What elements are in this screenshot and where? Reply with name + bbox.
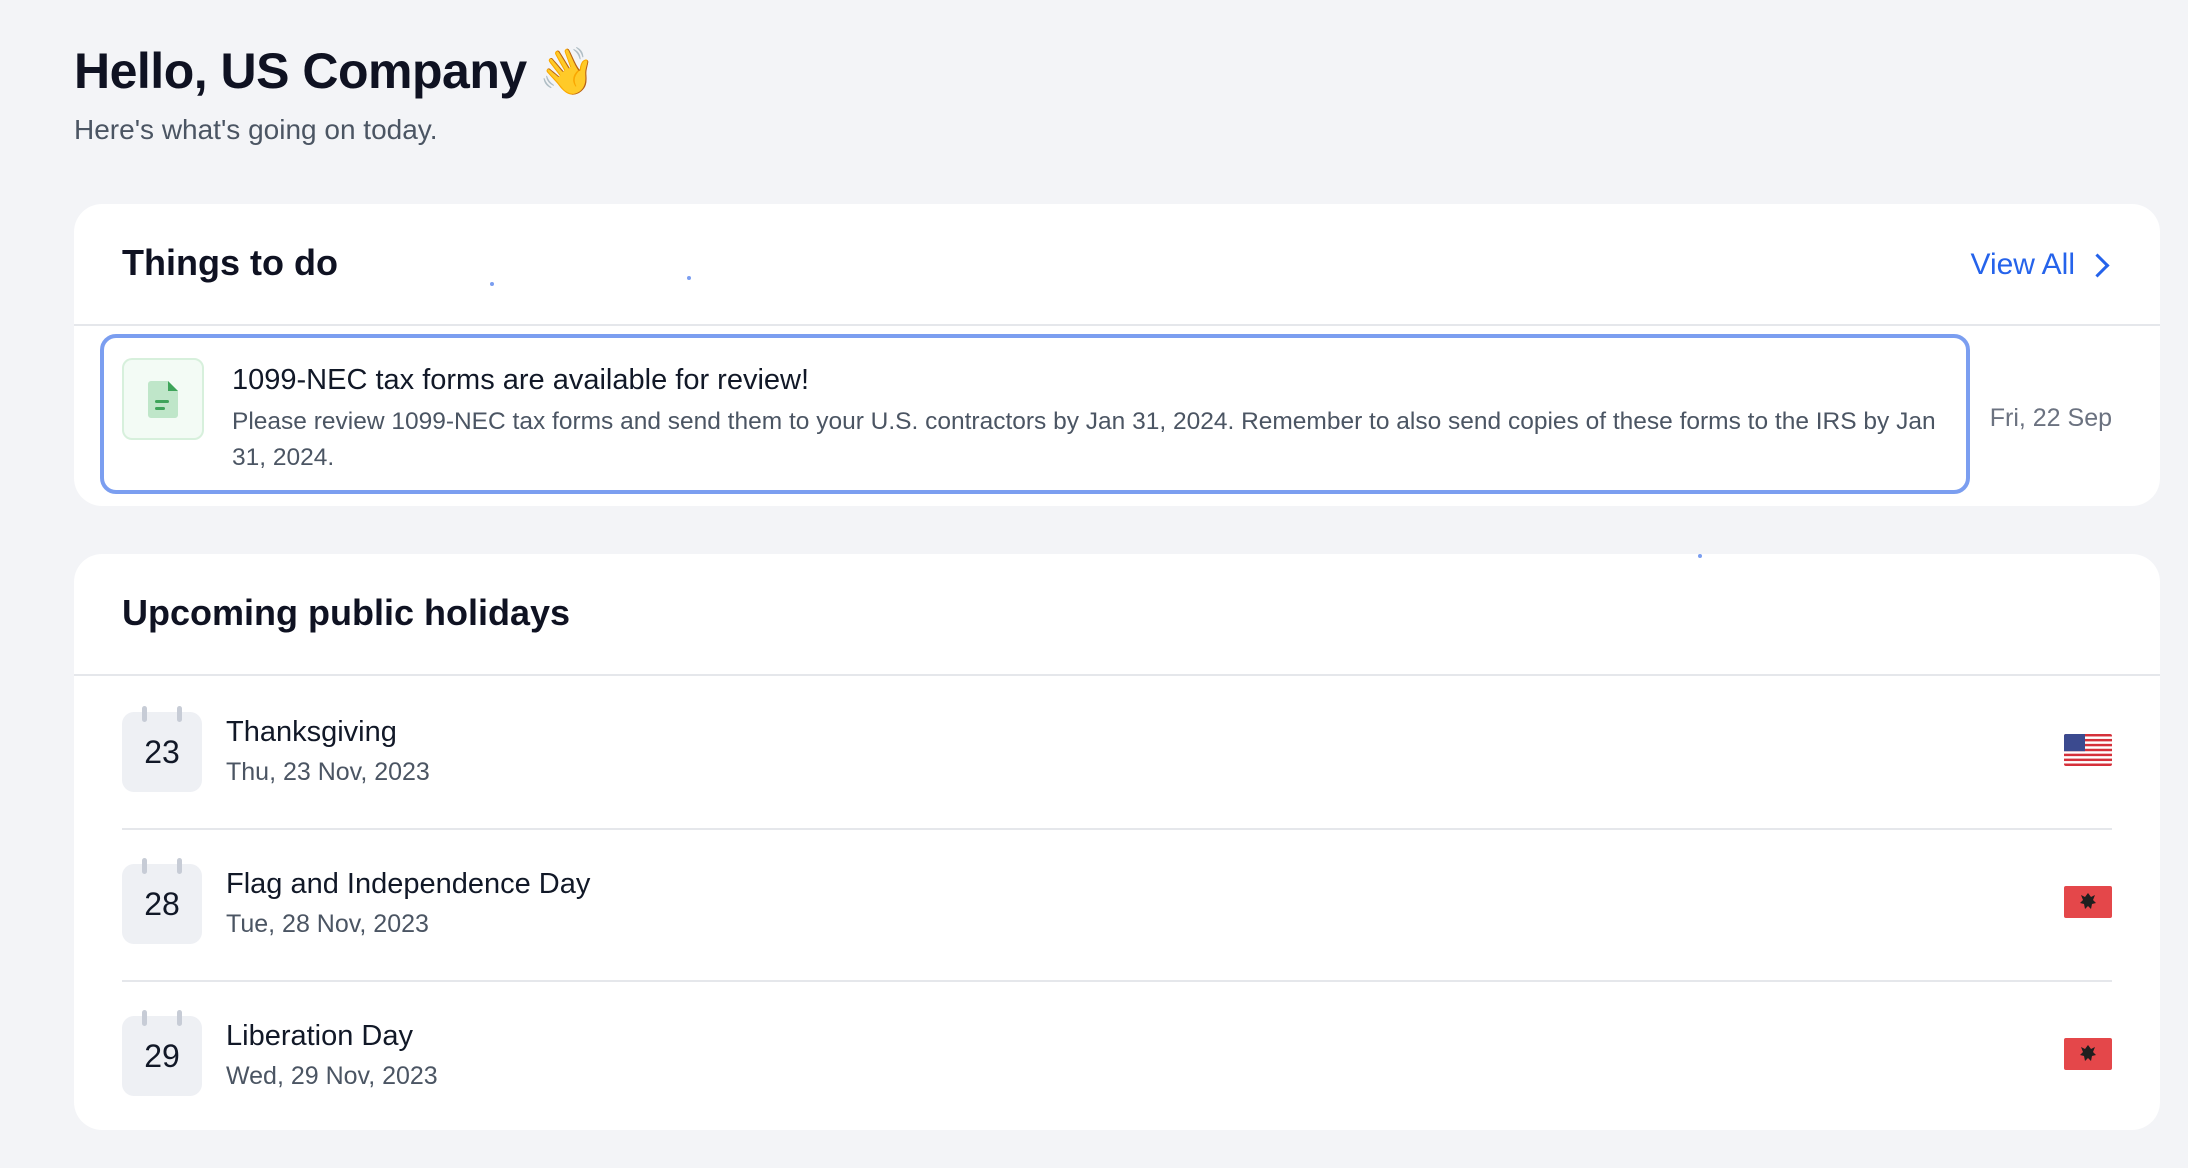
page-subtitle: Here's what's going on today. xyxy=(74,114,438,145)
holiday-row: 29 Liberation Day Wed, 29 Nov, 2023 xyxy=(122,980,2112,1130)
things-to-do-title: Things to do xyxy=(122,242,338,283)
todo-item-title: 1099-NEC tax forms are available for rev… xyxy=(232,364,810,396)
todo-item-date: Fri, 22 Sep xyxy=(1989,404,2112,432)
us-flag-icon xyxy=(2064,734,2112,766)
holiday-day-number: 28 xyxy=(144,885,180,922)
holiday-day-number: 29 xyxy=(144,1037,180,1074)
document-icon xyxy=(122,358,204,440)
public-holidays-card: Upcoming public holidays 23 Thanksgiving… xyxy=(74,554,2160,1130)
calendar-icon: 29 xyxy=(122,1010,202,1096)
page-title: Hello, US Company 👋 xyxy=(74,42,596,100)
things-to-do-card: Things to do View All 1099-NEC tax forms… xyxy=(74,204,2160,506)
todo-item-description: Please review 1099-NEC tax forms and sen… xyxy=(232,408,1936,471)
holiday-row: 23 Thanksgiving Thu, 23 Nov, 2023 xyxy=(122,676,2112,830)
cursor-dot xyxy=(490,282,494,286)
holiday-name: Liberation Day xyxy=(226,1020,413,1052)
greeting-text: Hello, US Company xyxy=(74,43,527,99)
cursor-dot xyxy=(1698,554,1702,558)
things-to-do-header: Things to do View All xyxy=(74,204,2160,326)
holiday-row: 28 Flag and Independence Day Tue, 28 Nov… xyxy=(122,828,2112,982)
holiday-date: Thu, 23 Nov, 2023 xyxy=(226,758,430,786)
albania-flag-icon xyxy=(2064,886,2112,918)
albania-flag-icon xyxy=(2064,1038,2112,1070)
chevron-right-icon xyxy=(2085,252,2110,278)
public-holidays-title: Upcoming public holidays xyxy=(122,592,571,633)
holiday-name: Thanksgiving xyxy=(226,716,397,748)
holiday-day-number: 23 xyxy=(144,733,180,770)
calendar-icon: 28 xyxy=(122,858,202,944)
cursor-dot xyxy=(687,276,691,280)
holiday-name: Flag and Independence Day xyxy=(226,868,591,900)
todo-item[interactable]: 1099-NEC tax forms are available for rev… xyxy=(100,334,1970,494)
calendar-icon: 23 xyxy=(122,706,202,792)
wave-icon: 👋 xyxy=(538,45,596,97)
view-all-label: View All xyxy=(1970,248,2075,281)
public-holidays-header: Upcoming public holidays xyxy=(74,554,2160,676)
holiday-date: Wed, 29 Nov, 2023 xyxy=(226,1062,438,1090)
holiday-date: Tue, 28 Nov, 2023 xyxy=(226,910,429,938)
view-all-link[interactable]: View All xyxy=(1970,248,2112,282)
